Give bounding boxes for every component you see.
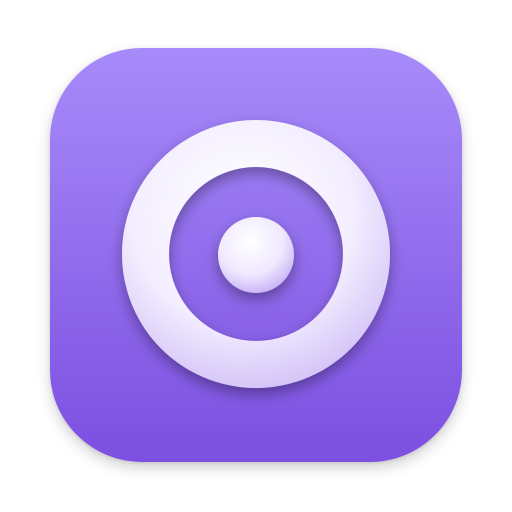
icon-canvas — [0, 0, 512, 512]
app-icon[interactable] — [50, 48, 462, 462]
center-dot — [218, 217, 294, 293]
target-rings-icon — [50, 48, 462, 462]
